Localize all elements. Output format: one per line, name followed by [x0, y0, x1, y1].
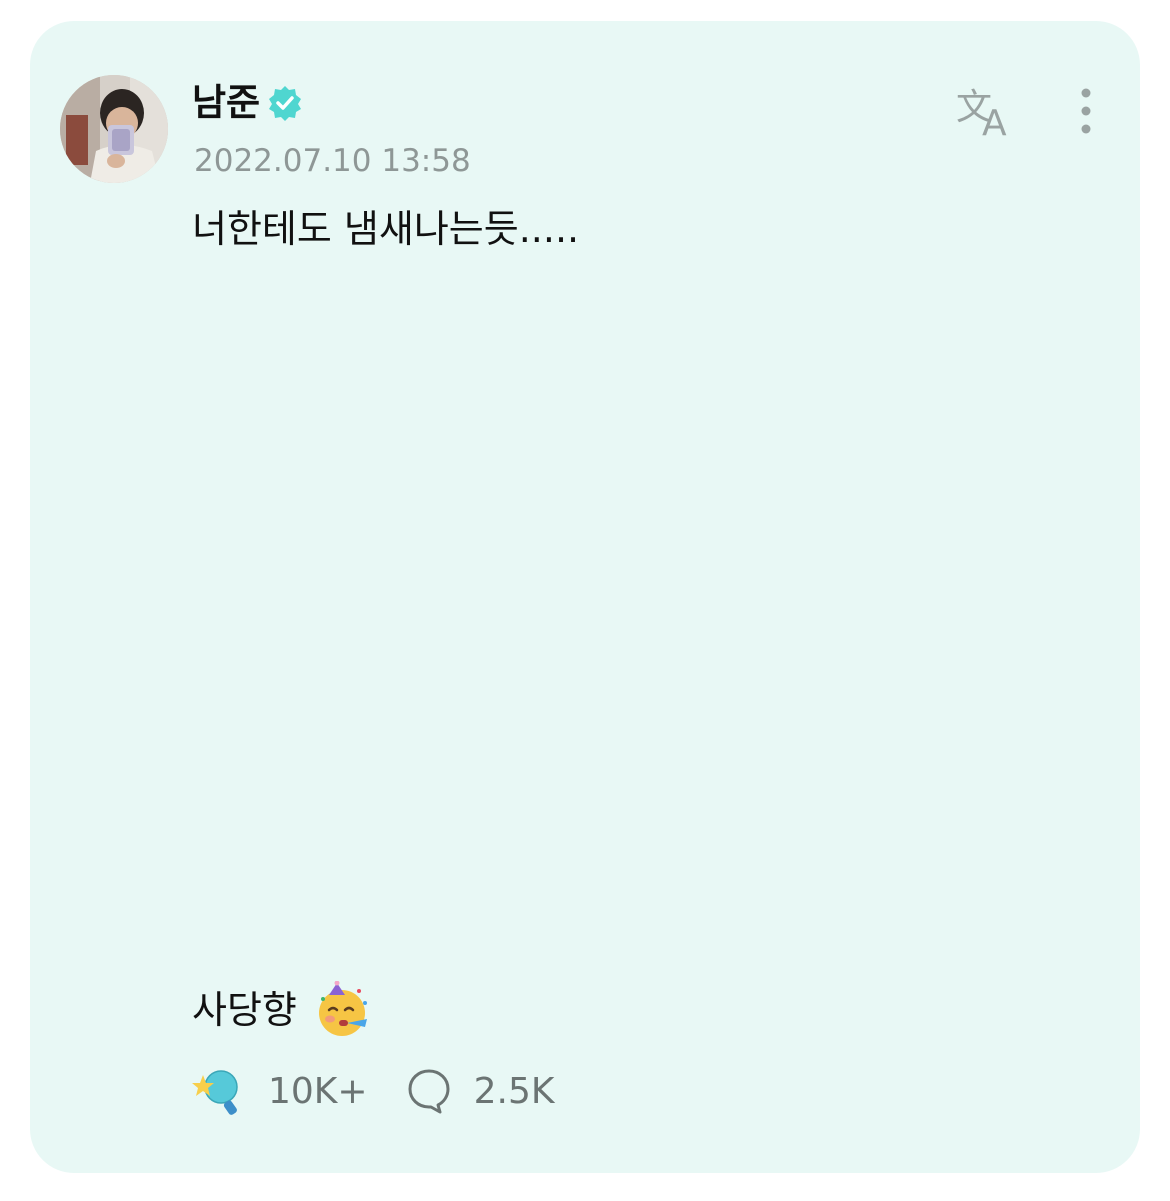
reaction-bar: 10K+ 2.5K [192, 1061, 554, 1121]
partying-face-emoji-icon [315, 980, 373, 1039]
author-row: 남준 [192, 79, 304, 127]
more-options-button[interactable] [1066, 83, 1106, 143]
post-timestamp: 2022.07.10 13:58 [194, 143, 471, 179]
translate-button[interactable]: 文 A [952, 81, 1024, 144]
post-text-line-2-row: 사당향 [192, 980, 373, 1039]
post-card: 남준 2022.07.10 13:58 文 A 너한테도 냄새나는듯..... … [30, 21, 1140, 1173]
svg-text:A: A [982, 103, 1007, 141]
avatar-image [60, 75, 168, 183]
reaction-button[interactable]: 10K+ [192, 1065, 368, 1117]
post-text-line-2: 사당향 [192, 988, 297, 1032]
lightstick-star-icon [192, 1070, 238, 1115]
comment-button[interactable]: 2.5K [406, 1068, 555, 1114]
translate-icon: 文 A [956, 87, 1007, 144]
author-name[interactable]: 남준 [192, 79, 260, 127]
verified-badge-icon [266, 84, 304, 122]
reaction-count: 10K+ [268, 1070, 368, 1112]
comment-bubble-icon [408, 1069, 450, 1114]
more-vertical-icon [1081, 88, 1091, 134]
author-avatar[interactable] [60, 75, 168, 183]
comment-count: 2.5K [473, 1070, 555, 1112]
post-text-line-1: 너한테도 냄새나는듯..... [192, 207, 580, 251]
